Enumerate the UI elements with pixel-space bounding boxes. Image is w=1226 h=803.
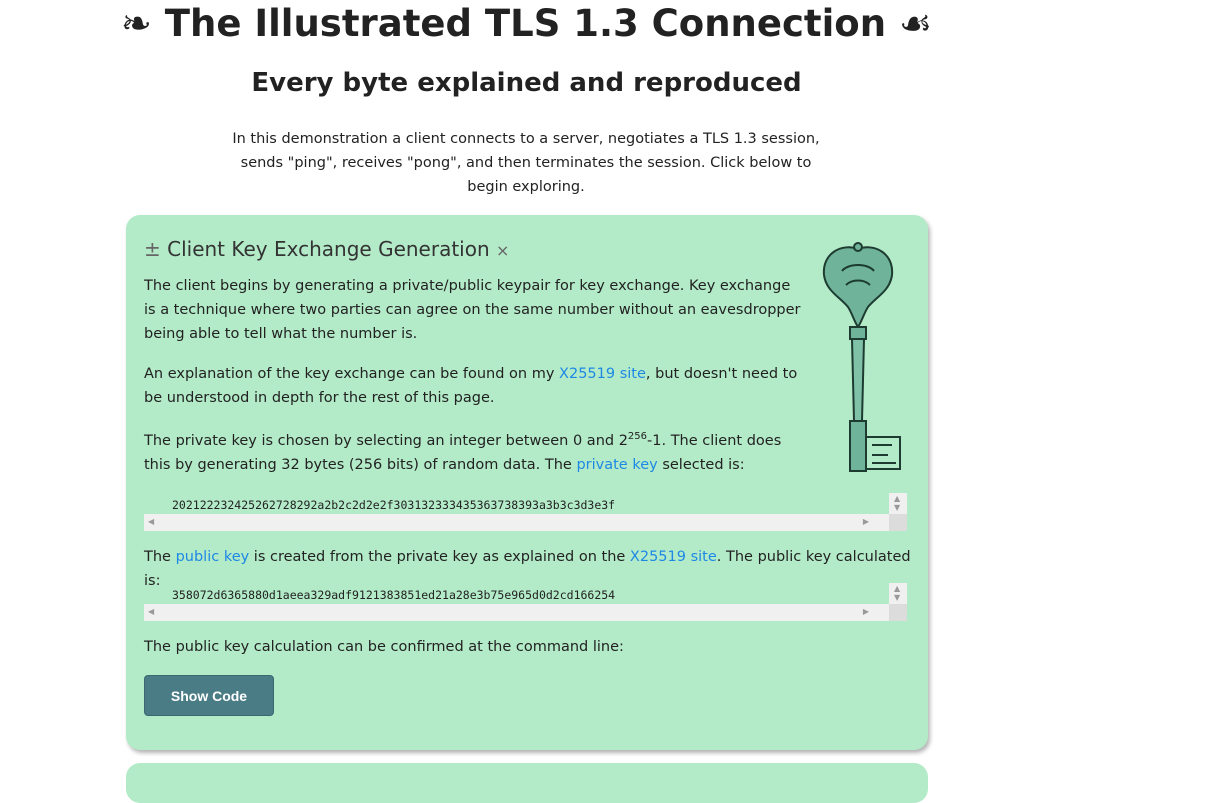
x25519-link[interactable]: X25519 site: [559, 366, 646, 382]
text: The private key is chosen by selecting a…: [144, 433, 628, 449]
intro-paragraph: The client begins by generating a privat…: [144, 278, 801, 342]
horizontal-scrollbar[interactable]: ◀ ▶: [144, 604, 889, 621]
private-key-link[interactable]: private key: [576, 457, 657, 473]
card-title[interactable]: Client Key Exchange Generation: [167, 237, 490, 261]
key-illustration-icon: [822, 242, 901, 472]
explanation-paragraph: An explanation of the key exchange can b…: [144, 362, 809, 410]
intro-text: In this demonstration a client connects …: [232, 131, 820, 195]
next-card: [126, 763, 928, 803]
text: is created from the private key as expla…: [249, 549, 630, 565]
page-title: ❧ The Illustrated TLS 1.3 Connection ☙: [120, 2, 933, 45]
expand-icon[interactable]: ±: [144, 237, 161, 261]
private-key-paragraph: The private key is chosen by selecting a…: [144, 429, 804, 477]
private-key-codebox[interactable]: 202122232425262728292a2b2c2d2e2f30313233…: [144, 493, 907, 531]
x25519-link-2[interactable]: X25519 site: [630, 549, 717, 565]
public-key-value: 358072d6365880d1aeea329adf9121383851ed21…: [172, 588, 616, 602]
command-line-paragraph: The public key calculation can be confir…: [144, 639, 624, 655]
show-code-button[interactable]: Show Code: [144, 675, 274, 716]
horizontal-scrollbar[interactable]: ◀ ▶: [144, 514, 889, 531]
client-key-exchange-card: ± Client Key Exchange Generation × The c…: [126, 215, 928, 750]
card-title-toggle[interactable]: ± Client Key Exchange Generation ×: [144, 237, 509, 261]
public-key-codebox[interactable]: 358072d6365880d1aeea329adf9121383851ed21…: [144, 583, 907, 621]
exponent: 256: [627, 431, 648, 443]
text: selected is:: [657, 457, 745, 473]
scroll-corner: [889, 604, 907, 621]
public-key-link[interactable]: public key: [176, 549, 250, 565]
private-key-value: 202122232425262728292a2b2c2d2e2f30313233…: [172, 498, 616, 512]
page-subtitle: Every byte explained and reproduced: [251, 68, 802, 98]
text: The: [144, 549, 176, 565]
text: An explanation of the key exchange can b…: [144, 366, 560, 382]
scroll-corner: [889, 514, 907, 531]
close-icon[interactable]: ×: [496, 241, 509, 260]
